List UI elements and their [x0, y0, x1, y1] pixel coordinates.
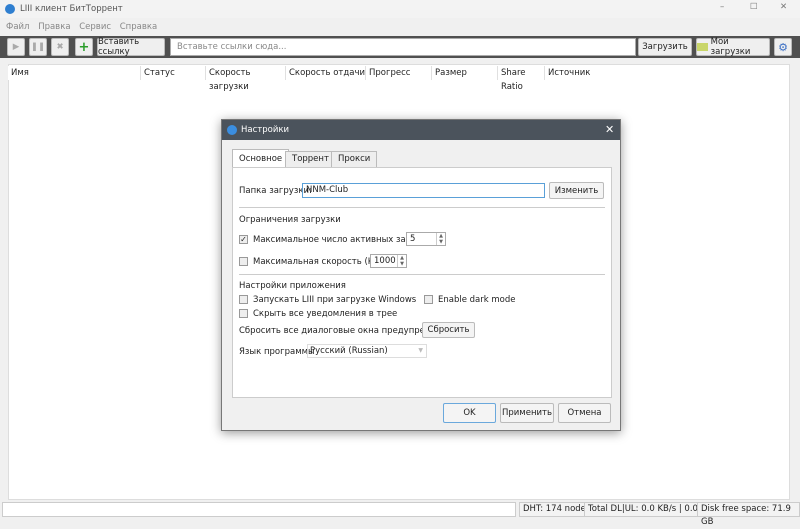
folder-label: Папка загрузки:: [239, 186, 312, 196]
pause-button[interactable]: ❚❚: [29, 38, 47, 56]
col-source[interactable]: Источник: [545, 66, 789, 80]
app-settings-header: Настройки приложения: [239, 281, 346, 291]
menu-help[interactable]: Справка: [120, 22, 157, 32]
app-icon: [5, 4, 15, 14]
max-active-checkbox[interactable]: ✓: [239, 235, 248, 244]
download-button[interactable]: Загрузить: [638, 38, 692, 56]
settings-button[interactable]: ⚙: [774, 38, 792, 56]
max-speed-checkbox[interactable]: [239, 257, 248, 266]
limits-header: Ограничения загрузки: [239, 215, 341, 225]
menu-file[interactable]: Файл: [6, 22, 29, 32]
play-button[interactable]: ▶: [7, 38, 25, 56]
gear-icon: ⚙: [778, 40, 788, 54]
col-ratio[interactable]: Share Ratio: [498, 66, 545, 92]
app-icon: [227, 125, 237, 135]
divider: [239, 274, 605, 275]
url-input[interactable]: Вставьте ссылки сюда...: [170, 38, 636, 56]
pause-icon: ❚❚: [30, 42, 46, 52]
dark-mode-checkbox[interactable]: [424, 295, 433, 304]
status-progress: [2, 502, 516, 517]
tab-proxy[interactable]: Прокси: [331, 151, 378, 168]
ok-button[interactable]: OK: [443, 403, 496, 423]
spinner-arrows-icon[interactable]: ▲ ▼: [436, 233, 445, 245]
hide-notifications-checkbox[interactable]: [239, 309, 248, 318]
paste-link-button[interactable]: Вставить ссылку: [97, 37, 165, 57]
close-button[interactable]: ✕: [780, 2, 787, 12]
window-title: LIII клиент БитТоррент: [20, 4, 123, 14]
cancel-button[interactable]: Отмена: [558, 403, 611, 423]
language-label: Язык программы: [239, 347, 315, 357]
menu-edit[interactable]: Правка: [38, 22, 70, 32]
plus-icon: +: [78, 39, 90, 55]
apply-button[interactable]: Применить: [500, 403, 554, 423]
settings-dialog: Настройки ✕ Основное Торрент Прокси Папк…: [221, 119, 621, 431]
play-icon: ▶: [12, 42, 20, 52]
col-size[interactable]: Размер: [432, 66, 498, 80]
divider: [239, 207, 605, 208]
window-titlebar: LIII клиент БитТоррент – ☐ ✕: [0, 0, 800, 18]
my-downloads-button[interactable]: Мои загрузки: [696, 37, 770, 57]
autostart-checkbox[interactable]: [239, 295, 248, 304]
col-status[interactable]: Статус: [141, 66, 206, 80]
hide-notifications-label: Скрыть все уведомления в трее: [253, 309, 398, 319]
max-speed-spinner[interactable]: 1000 ▲ ▼: [370, 254, 407, 268]
menu-bar: Файл Правка Сервис Справка: [0, 18, 800, 36]
folder-input[interactable]: NNM-Club: [302, 183, 545, 198]
menu-service[interactable]: Сервис: [79, 22, 111, 32]
spinner-arrows-icon[interactable]: ▲ ▼: [397, 255, 406, 267]
cross-icon: ✖: [56, 42, 64, 52]
col-progress[interactable]: Прогресс: [366, 66, 432, 80]
col-name[interactable]: Имя: [8, 66, 141, 80]
max-active-spinner[interactable]: 5 ▲ ▼: [406, 232, 446, 246]
add-button[interactable]: +: [75, 38, 93, 56]
autostart-label: Запускать LIII при загрузке Windows: [253, 295, 417, 305]
dialog-titlebar: Настройки ✕: [222, 120, 620, 140]
language-select[interactable]: Русский (Russian) ▼: [307, 344, 427, 358]
maximize-button[interactable]: ☐: [750, 2, 758, 12]
minimize-button[interactable]: –: [720, 2, 724, 12]
folder-icon: [697, 43, 708, 51]
dialog-close-button[interactable]: ✕: [605, 120, 614, 140]
reset-button[interactable]: Сбросить: [422, 322, 475, 338]
chevron-down-icon: ▼: [418, 347, 423, 354]
col-ul-speed[interactable]: Скорость отдачи: [286, 66, 366, 80]
change-folder-button[interactable]: Изменить: [549, 182, 604, 199]
tab-torrent[interactable]: Торрент: [285, 151, 336, 168]
dark-mode-label: Enable dark mode: [438, 295, 516, 305]
remove-button[interactable]: ✖: [51, 38, 69, 56]
general-panel: Папка загрузки: NNM-Club Изменить Ограни…: [232, 167, 612, 398]
col-dl-speed[interactable]: Скорость загрузки: [206, 66, 286, 92]
dialog-title: Настройки: [241, 125, 290, 135]
disk-status: Disk free space: 71.9 GB: [697, 502, 800, 527]
tab-general[interactable]: Основное: [232, 149, 290, 168]
